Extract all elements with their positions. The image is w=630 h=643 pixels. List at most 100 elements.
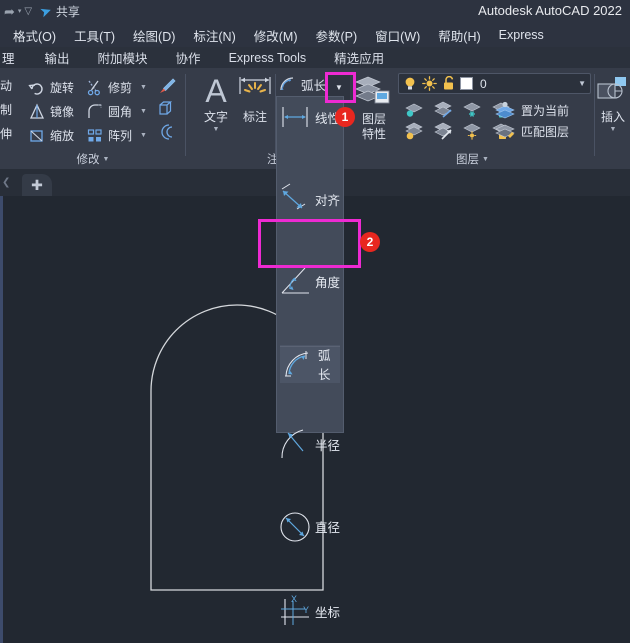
menu-item-window[interactable]: 窗口(W) xyxy=(366,26,429,45)
chevron-down-icon[interactable]: ▼ xyxy=(140,108,147,115)
layer-thaw-icon[interactable] xyxy=(462,122,482,140)
tool-trim[interactable]: 修剪 ▼ xyxy=(84,76,149,100)
ribbon-tab-collaborate[interactable]: 协作 xyxy=(168,48,209,67)
tool-rotate[interactable]: 旋转 xyxy=(26,76,76,100)
flyout-item-diameter[interactable]: 直径 xyxy=(277,506,343,547)
flyout-item-ordinate[interactable]: X Y 坐标 xyxy=(277,591,343,632)
chevron-down-icon[interactable]: ▼ xyxy=(140,132,147,139)
ribbon-tab-express-tools[interactable]: Express Tools xyxy=(221,51,315,65)
chevron-down-icon[interactable]: ▼ xyxy=(140,84,147,91)
menu-item-parametric[interactable]: 参数(P) xyxy=(307,26,367,45)
menu-item-draw[interactable]: 绘图(D) xyxy=(124,26,184,45)
trim-scissors-icon xyxy=(86,79,104,97)
tool-label-stretch-clipped[interactable]: 伸 xyxy=(0,125,12,142)
chevron-down-icon[interactable]: ▼ xyxy=(578,79,586,88)
share-paperplane-icon: ➤ xyxy=(37,1,55,21)
set-current-layer-icon xyxy=(494,101,516,119)
button-set-current-layer[interactable]: 置为当前 xyxy=(494,101,569,119)
new-tab-button[interactable]: ✚ xyxy=(22,174,52,196)
chevron-down-icon[interactable]: ▼ xyxy=(213,126,220,133)
tool-label-move-clipped[interactable]: 动 xyxy=(0,77,12,94)
dimension-type-flyout[interactable]: 线性 对齐 角度 弧长 半径 直径 X Y 坐标 xyxy=(276,96,344,625)
tool-offset[interactable] xyxy=(156,123,176,141)
layer-name-value: 0 xyxy=(480,76,487,91)
button-insert[interactable]: 插入 ▼ xyxy=(593,76,630,133)
panel-annotation: A 文字 ▼ 标注 xyxy=(186,68,290,169)
panel-layer: 图层 特性 0 ▼ 置为当前 匹配图层 图层 ▼ xyxy=(350,68,595,169)
ribbon-tab-manage[interactable]: 理 xyxy=(0,48,23,67)
layer-color-swatch[interactable] xyxy=(460,77,473,90)
chevron-left-icon[interactable]: ❮ xyxy=(2,177,10,188)
sun-icon[interactable] xyxy=(422,76,437,91)
array-icon xyxy=(86,127,104,145)
flyout-item-linear[interactable]: 线性 xyxy=(277,97,343,138)
redo-arrow-icon[interactable]: ➦ xyxy=(4,5,15,18)
share-label: 共享 xyxy=(55,5,80,19)
tool-fillet[interactable]: 圆角 ▼ xyxy=(84,100,149,124)
layer-selector-combo[interactable]: 0 ▼ xyxy=(398,73,591,94)
fillet-icon xyxy=(86,103,104,121)
button-match-layer[interactable]: 匹配图层 xyxy=(494,122,569,140)
plus-icon: ✚ xyxy=(31,177,43,193)
tool-3d-box[interactable] xyxy=(156,100,176,118)
lightbulb-on-icon[interactable] xyxy=(403,76,417,91)
app-title: Autodesk AutoCAD 2022 xyxy=(478,3,622,18)
layer-isolate-icon[interactable] xyxy=(404,101,424,119)
menu-item-tools[interactable]: 工具(T) xyxy=(65,26,124,45)
button-layer-properties[interactable] xyxy=(352,72,394,110)
chevron-down-icon[interactable]: ▼ xyxy=(610,126,617,133)
menu-item-format[interactable]: 格式(O) xyxy=(4,26,65,45)
flyout-item-arc-length[interactable]: 弧长 xyxy=(280,345,340,383)
tool-label-trim: 修剪 xyxy=(108,81,133,95)
menu-item-help[interactable]: 帮助(H) xyxy=(429,26,489,45)
flyout-divider-2 xyxy=(280,346,340,347)
arc-length-dimension-icon xyxy=(282,348,316,380)
3d-box-icon xyxy=(156,100,176,118)
menu-item-express[interactable]: Express xyxy=(490,28,553,42)
flyout-label-aligned: 对齐 xyxy=(315,194,341,208)
tool-label-mirror: 镜像 xyxy=(50,105,75,119)
linear-dimension-icon xyxy=(279,103,313,133)
button-arc-length-split[interactable]: 弧长 xyxy=(278,74,326,94)
menu-item-dimension[interactable]: 标注(N) xyxy=(184,26,244,45)
step-badge-1: 1 xyxy=(335,107,355,127)
panel-insert: 插入 ▼ xyxy=(596,68,630,169)
flyout-item-angular[interactable]: 角度 xyxy=(277,261,343,302)
button-dimension[interactable]: 标注 xyxy=(232,74,278,125)
tool-scale[interactable]: 缩放 xyxy=(26,124,76,148)
button-label-arc-length: 弧长 xyxy=(301,78,327,93)
tool-paintbrush[interactable] xyxy=(156,77,176,95)
ribbon-tab-output[interactable]: 输出 xyxy=(37,48,78,67)
text-A-icon: A xyxy=(198,74,234,106)
aligned-dimension-icon xyxy=(279,183,313,217)
layer-properties-label: 图层 特性 xyxy=(361,112,386,141)
scale-icon xyxy=(28,127,46,145)
tool-array[interactable]: 阵列 ▼ xyxy=(84,124,149,148)
layer-turn-on-icon[interactable] xyxy=(433,122,453,140)
flyout-label-radius: 半径 xyxy=(315,439,341,453)
layer-properties-icon xyxy=(352,72,394,110)
menu-bar: 格式(O) 工具(T) 绘图(D) 标注(N) 修改(M) 参数(P) 窗口(W… xyxy=(0,23,630,47)
unlock-icon[interactable] xyxy=(442,76,455,91)
match-layer-icon xyxy=(494,122,516,140)
arc-length-icon xyxy=(278,74,298,94)
flyout-label-diameter: 直径 xyxy=(315,521,341,535)
layer-off-icon[interactable] xyxy=(404,122,424,140)
menu-item-modify[interactable]: 修改(M) xyxy=(245,26,307,45)
layer-unisolate-icon[interactable] xyxy=(433,101,453,119)
tool-label-copy-clipped[interactable]: 制 xyxy=(0,101,12,118)
tool-mirror[interactable]: 镜像 xyxy=(26,100,76,124)
ordinate-dimension-icon: X Y xyxy=(279,595,313,629)
quick-access-toolbar[interactable]: ➦ ▾ ▽ xyxy=(0,5,32,18)
ribbon-tab-addins[interactable]: 附加模块 xyxy=(90,48,156,67)
qat-caret-icon[interactable]: ▾ xyxy=(18,8,22,15)
svg-text:X: X xyxy=(291,595,297,604)
label-match-layer: 匹配图层 xyxy=(521,124,570,139)
flyout-item-aligned[interactable]: 对齐 xyxy=(277,179,343,220)
qat-customize-icon[interactable]: ▽ xyxy=(24,6,32,17)
flyout-item-radius[interactable]: 半径 xyxy=(277,424,343,465)
diameter-dimension-icon xyxy=(279,510,313,544)
share-button[interactable]: ➤ 共享 xyxy=(37,1,80,21)
ribbon-tab-featured-apps[interactable]: 精选应用 xyxy=(326,48,392,67)
layer-freeze-icon[interactable] xyxy=(462,101,482,119)
